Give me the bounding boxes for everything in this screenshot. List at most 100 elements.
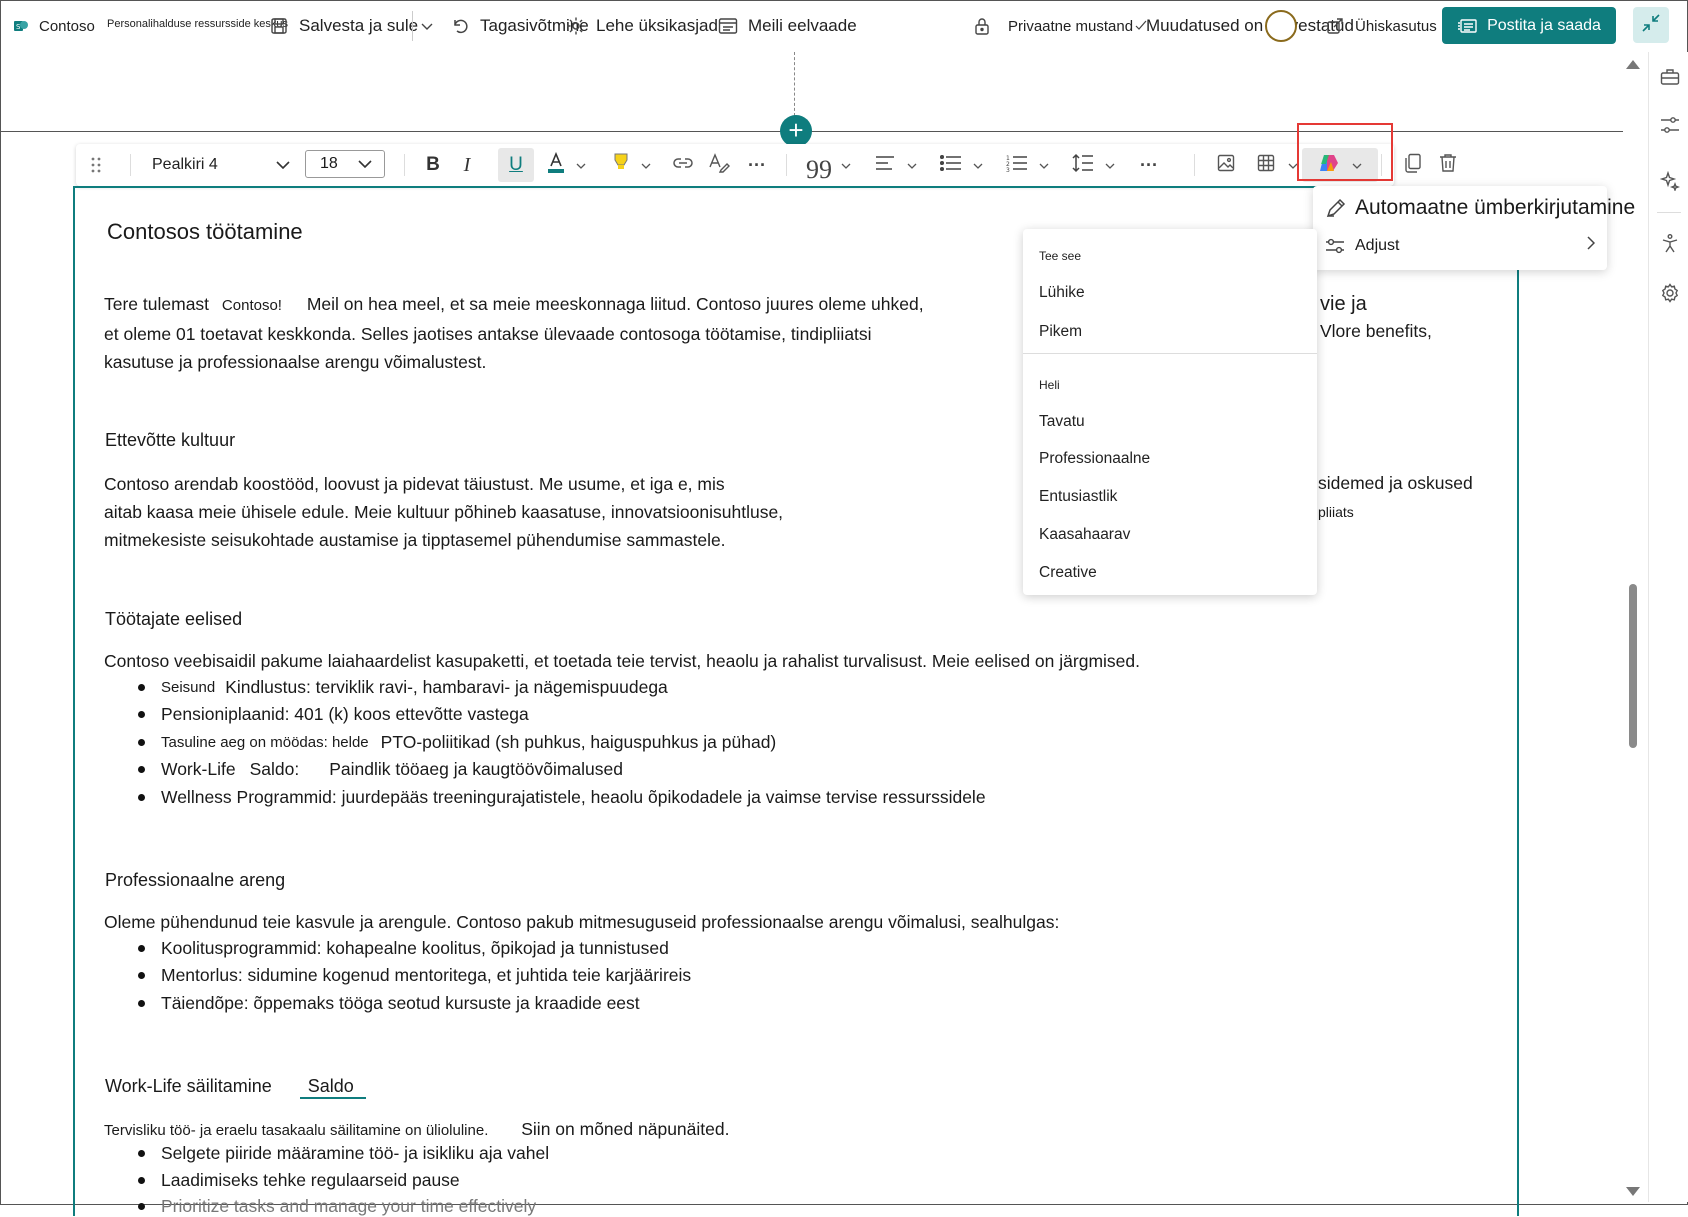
preview-icon <box>716 14 740 38</box>
submenu-group-label: Heli <box>1039 378 1060 392</box>
scroll-down-icon[interactable] <box>1626 1187 1640 1196</box>
intro-line-1[interactable]: Tere tulemast Contoso! Meil on hea meel,… <box>104 291 924 319</box>
list-item[interactable]: Work-Life Saldo: Paindlik tööaeg ja kaug… <box>138 759 623 780</box>
gear-icon[interactable] <box>1659 282 1681 304</box>
font-color-dropdown[interactable] <box>573 144 589 186</box>
italic-button[interactable]: I <box>450 144 484 186</box>
bullet-list-button[interactable] <box>936 144 966 186</box>
site-link[interactable]: S Contoso <box>13 1 95 51</box>
intro-line-2[interactable]: et oleme 01 toetavat keskkonda. Selles j… <box>104 321 872 348</box>
menu-item-tone[interactable]: Creative <box>1039 564 1097 582</box>
drag-handle-icon[interactable] <box>86 144 106 186</box>
menu-item-longer[interactable]: Pikem <box>1039 323 1082 341</box>
list-item[interactable]: Selgete piiride määramine töö- ja isikli… <box>138 1143 549 1164</box>
wlb-heading[interactable]: Work-Life säilitamine Saldo <box>105 1076 366 1099</box>
auto-rewrite-item[interactable]: Automaatne ümberkirjutamine <box>1325 196 1635 220</box>
share-button[interactable]: Ühiskasutus <box>1323 1 1437 51</box>
save-icon <box>267 14 291 38</box>
align-dropdown[interactable] <box>904 144 920 186</box>
lock-icon <box>970 14 994 38</box>
numbered-list-dropdown[interactable] <box>1036 144 1052 186</box>
accessibility-icon[interactable] <box>1659 232 1681 254</box>
menu-item-tone[interactable]: Professionaalne <box>1039 450 1150 468</box>
list-item[interactable]: Mentorlus: sidumine kogenud mentoritega,… <box>138 965 691 986</box>
italic-icon: I <box>463 153 471 176</box>
wlb-intro[interactable]: Tervisliku töö- ja eraelu tasakaalu säil… <box>104 1116 729 1144</box>
chevron-down-icon <box>576 156 586 174</box>
culture-line-1[interactable]: Contoso arendab koostööd, loovust ja pid… <box>104 471 725 498</box>
list-item[interactable]: Seisund Kindlustus: terviklik ravi-, ham… <box>138 677 668 698</box>
svg-text:S: S <box>16 23 21 31</box>
list-item[interactable]: Koolitusprogrammid: kohapealne koolitus,… <box>138 938 669 959</box>
highlighter-icon <box>611 152 631 179</box>
line-spacing-dropdown[interactable] <box>1102 144 1118 186</box>
add-section-button[interactable]: + <box>780 115 812 147</box>
list-item[interactable]: Tasuline aeg on möödas: helde PTO-poliit… <box>138 732 776 753</box>
more-icon: ··· <box>1140 154 1158 175</box>
benefits-heading[interactable]: Töötajate eelised <box>105 609 242 630</box>
page-title[interactable]: Contosos töötamine <box>107 219 303 245</box>
list-item[interactable]: Laadimiseks tehke regulaarseid pause <box>138 1170 460 1191</box>
insert-image-button[interactable] <box>1211 144 1241 186</box>
culture-heading[interactable]: Ettevõtte kultuur <box>105 430 235 451</box>
save-options-dropdown[interactable] <box>412 1 433 51</box>
page-details-button[interactable]: Lehe üksikasjad <box>564 1 718 51</box>
list-item[interactable]: Täiendõpe: õppemaks tööga seotud kursust… <box>138 993 640 1014</box>
email-preview-button[interactable]: Meili eelvaade <box>716 1 857 51</box>
intro-line-3[interactable]: kasutuse ja professionaalse arengu võima… <box>104 349 486 376</box>
culture-line-2[interactable]: aitab kaasa meie ühisele edule. Meie kul… <box>104 499 783 526</box>
send-icon <box>1457 18 1477 34</box>
bullet-list-dropdown[interactable] <box>970 144 986 186</box>
avatar[interactable] <box>1265 10 1297 42</box>
more-paragraph-options-button[interactable]: ··· <box>1134 144 1164 186</box>
culture-line-3[interactable]: mitmekesiste seisukohtade austamise ja t… <box>104 527 726 554</box>
more-icon: ··· <box>748 154 766 175</box>
settings-sliders-icon[interactable] <box>1659 114 1681 136</box>
align-button[interactable] <box>870 144 900 186</box>
design-ideas-icon[interactable] <box>1659 170 1681 192</box>
adjust-item[interactable]: Adjust <box>1325 236 1596 255</box>
menu-item-tone[interactable]: Entusiastlik <box>1039 488 1117 506</box>
insert-table-button[interactable] <box>1251 144 1281 186</box>
numbered-list-button[interactable]: 123 <box>1002 144 1032 186</box>
menu-item-tone[interactable]: Kaasahaarav <box>1039 526 1130 544</box>
more-text-options-button[interactable]: ··· <box>742 144 772 186</box>
toolbar-divider <box>404 154 405 176</box>
image-icon <box>1217 154 1235 177</box>
post-send-button[interactable]: Postita ja saada <box>1442 7 1616 44</box>
chevron-down-icon <box>973 156 983 174</box>
underline-button[interactable]: U <box>498 148 534 182</box>
delete-button[interactable] <box>1433 144 1463 186</box>
link-button[interactable] <box>668 144 698 186</box>
quote-button[interactable]: 99 <box>804 144 834 186</box>
font-size-select[interactable]: 18 <box>305 150 385 178</box>
table-icon <box>1257 154 1275 177</box>
collapse-button[interactable] <box>1633 7 1669 43</box>
highlight-dropdown[interactable] <box>638 144 654 186</box>
sharepoint-icon: S <box>13 14 29 38</box>
vertical-scrollbar[interactable] <box>1624 60 1642 1200</box>
highlight-button[interactable] <box>606 144 636 186</box>
scroll-thumb[interactable] <box>1629 584 1637 748</box>
underline-icon: U <box>509 154 523 175</box>
list-item[interactable]: Pensioniplaanid: 401 (k) koos ettevõtte … <box>138 704 529 725</box>
clear-format-button[interactable] <box>704 144 734 186</box>
scroll-up-icon[interactable] <box>1626 60 1640 69</box>
bold-button[interactable]: B <box>416 144 450 186</box>
chevron-down-icon <box>641 156 651 174</box>
menu-item-tone[interactable]: Tavatu <box>1039 413 1085 431</box>
font-color-button[interactable] <box>541 144 571 186</box>
growth-heading[interactable]: Professionaalne areng <box>105 870 285 891</box>
duplicate-button[interactable] <box>1398 144 1428 186</box>
menu-item-short[interactable]: Lühike <box>1039 284 1085 302</box>
list-item[interactable]: Prioritize tasks and manage your time ef… <box>138 1196 536 1217</box>
growth-intro[interactable]: Oleme pühendunud teie kasvule ja arengul… <box>104 909 1059 936</box>
text-style-select[interactable]: Pealkiri 4 <box>152 150 290 180</box>
toolbox-icon[interactable] <box>1659 66 1681 88</box>
save-close-button[interactable]: Salvesta ja sule <box>267 1 418 51</box>
line-spacing-button[interactable] <box>1068 144 1098 186</box>
benefits-intro[interactable]: Contoso veebisaidil pakume laiahaardelis… <box>104 648 1140 675</box>
quote-dropdown[interactable] <box>838 144 854 186</box>
plus-icon: + <box>788 115 804 145</box>
list-item[interactable]: Wellness Programmid: juurdepääs treening… <box>138 787 986 808</box>
